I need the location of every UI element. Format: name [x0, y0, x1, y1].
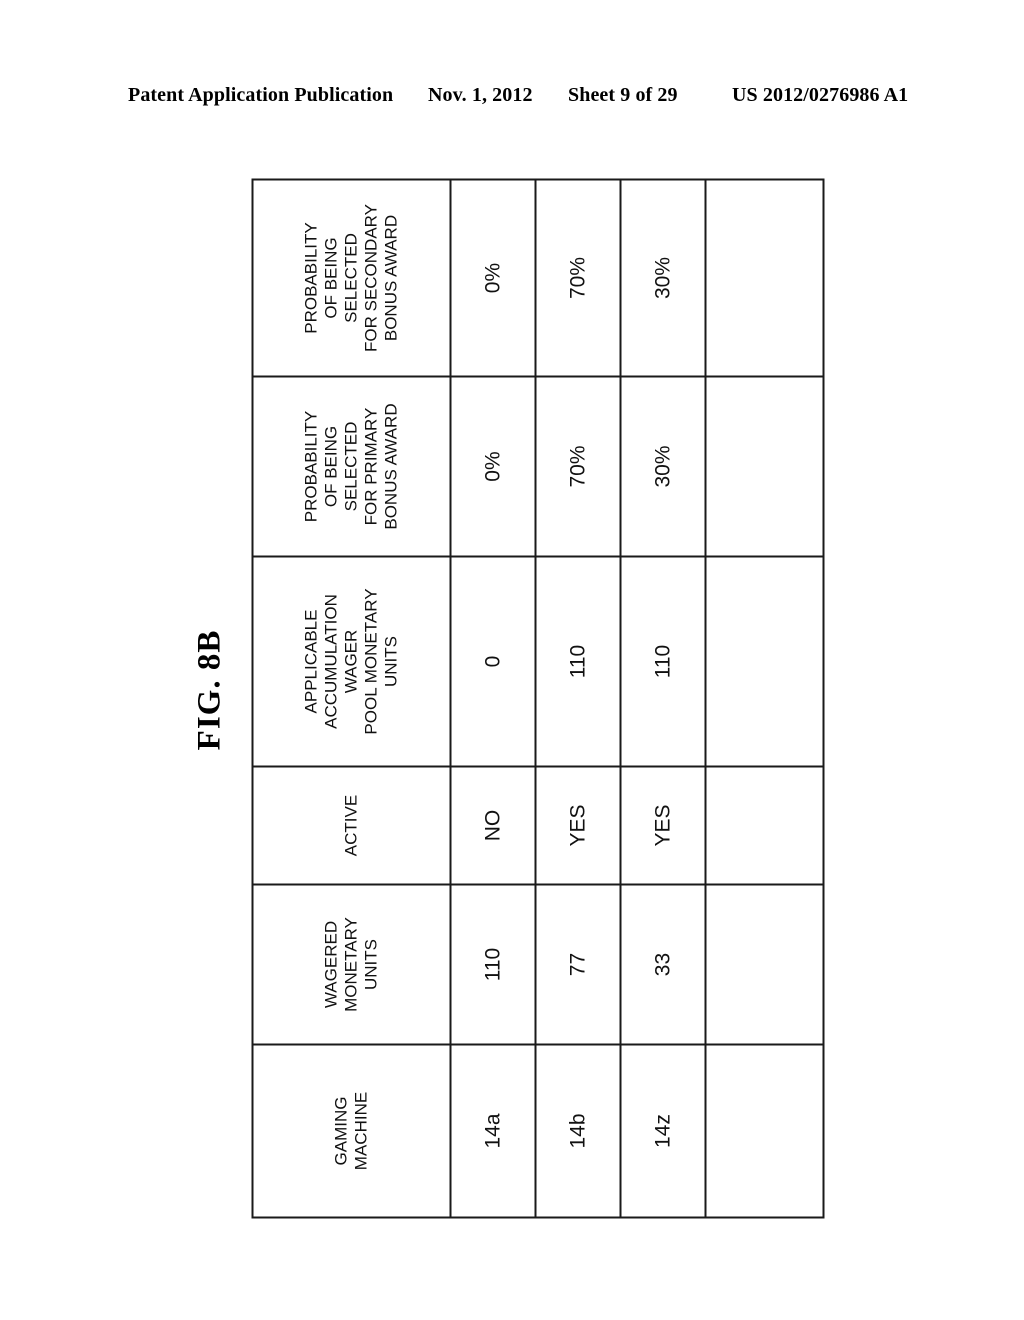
cell-gaming-machine: 14b [535, 1044, 620, 1217]
column-header-wagered-monetary-units: WAGERED MONETARY UNITS [252, 884, 450, 1044]
cell-gaming-machine: 14a [450, 1044, 535, 1217]
header-line: PROBABILITY [300, 221, 320, 334]
figure-table-rotation: GAMING MACHINE WAGERED MONETARY UNITS AC… [251, 178, 824, 1218]
figure-table: GAMING MACHINE WAGERED MONETARY UNITS AC… [251, 178, 824, 1218]
cell-active: NO [450, 766, 535, 884]
cell-accumulation-wager-pool: 0 [450, 556, 535, 766]
header-line: ACCUMULATION [320, 593, 340, 729]
header-line: POOL MONETARY [361, 587, 381, 735]
cell-probability-secondary: 70% [535, 179, 620, 376]
cell-wagered-monetary-units: 110 [450, 884, 535, 1044]
column-header-probability-secondary-bonus-award: PROBABILITY OF BEING SELECTED FOR SECOND… [252, 179, 450, 376]
header-line: OF BEING [320, 425, 340, 507]
header-line: PROBABILITY [300, 410, 320, 522]
cell-accumulation-wager-pool: 110 [535, 556, 620, 766]
cell-active: YES [535, 766, 620, 884]
cell-probability-primary: 30% [620, 376, 705, 556]
sheet-number: Sheet 9 of 29 [568, 84, 678, 106]
cell-probability-secondary: 0% [450, 179, 535, 376]
table-row: 14z 33 YES 110 30% 30% [620, 179, 705, 1217]
header-line: ACTIVE [340, 794, 360, 856]
header-line: WAGER [340, 629, 360, 693]
column-header-applicable-accumulation-wager-pool: APPLICABLE ACCUMULATION WAGER POOL MONET… [252, 556, 450, 766]
header-line: APPLICABLE [300, 609, 320, 713]
header-line: SELECTED [340, 232, 360, 323]
figure-label: FIG. 8B [191, 629, 228, 751]
header-line: BONUS AWARD [381, 402, 401, 530]
column-header-probability-primary-bonus-award: PROBABILITY OF BEING SELECTED FOR PRIMAR… [252, 376, 450, 556]
cell-empty [705, 556, 823, 766]
cell-wagered-monetary-units: 77 [535, 884, 620, 1044]
header-line: BONUS AWARD [381, 214, 401, 341]
header-line: GAMING [330, 1096, 350, 1165]
header-line: FOR PRIMARY [361, 407, 381, 525]
cell-probability-primary: 0% [450, 376, 535, 556]
table-row: 14a 110 NO 0 0% 0% [450, 179, 535, 1217]
cell-empty [705, 376, 823, 556]
cell-probability-secondary: 30% [620, 179, 705, 376]
cell-empty [705, 884, 823, 1044]
publication-date: Nov. 1, 2012 [428, 84, 533, 106]
publication-number: US 2012/0276986 A1 [732, 84, 909, 106]
column-header-gaming-machine: GAMING MACHINE [252, 1044, 450, 1217]
cell-empty [705, 179, 823, 376]
header-line: FOR SECONDARY [361, 203, 381, 352]
cell-wagered-monetary-units: 33 [620, 884, 705, 1044]
header-line: WAGERED [320, 920, 340, 1008]
table-header-row: GAMING MACHINE WAGERED MONETARY UNITS AC… [252, 179, 450, 1217]
header-line: SELECTED [340, 421, 360, 511]
cell-gaming-machine: 14z [620, 1044, 705, 1217]
header-line: UNITS [361, 938, 381, 990]
header-line: MONETARY [340, 916, 360, 1012]
table-empty-row [705, 179, 823, 1217]
cell-probability-primary: 70% [535, 376, 620, 556]
page-header: Patent Application Publication Nov. 1, 2… [0, 84, 1024, 116]
cell-accumulation-wager-pool: 110 [620, 556, 705, 766]
header-line: UNITS [381, 635, 401, 687]
header-line: OF BEING [320, 236, 340, 319]
cell-empty [705, 1044, 823, 1217]
cell-empty [705, 766, 823, 884]
figure-table-container: GAMING MACHINE WAGERED MONETARY UNITS AC… [251, 178, 824, 1218]
header-line: MACHINE [351, 1091, 370, 1170]
table-row: 14b 77 YES 110 70% 70% [535, 179, 620, 1217]
publication-label: Patent Application Publication [128, 84, 394, 106]
cell-active: YES [620, 766, 705, 884]
column-header-active: ACTIVE [252, 766, 450, 884]
